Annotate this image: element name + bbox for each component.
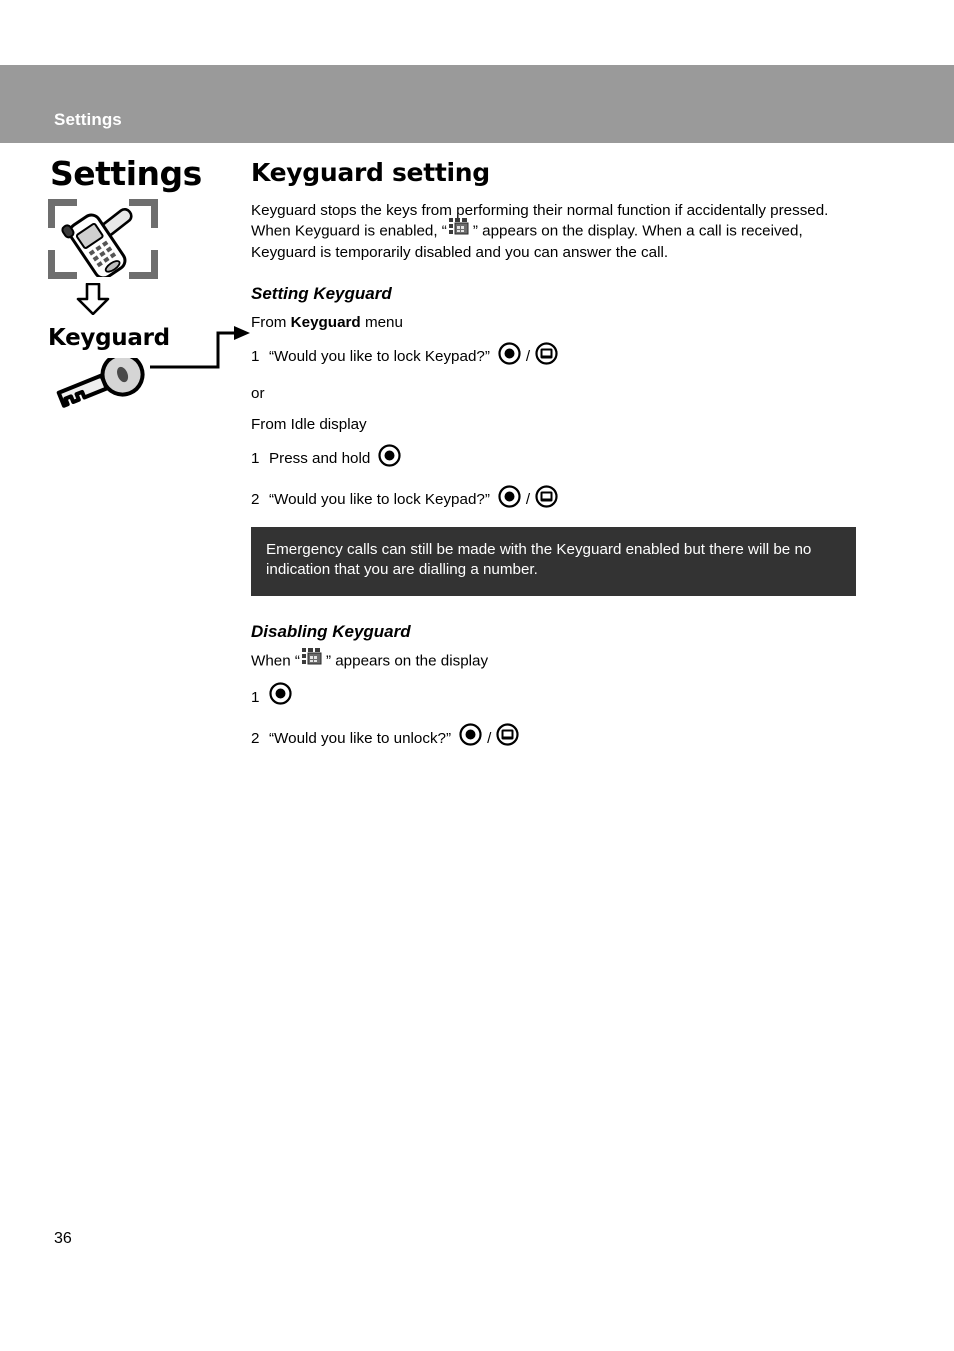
disabling-step-1: 1: [251, 682, 861, 712]
running-header-bar: Settings: [0, 65, 954, 143]
select-key-icon[interactable]: [459, 723, 482, 752]
setting-step-idle-1: 1 Press and hold: [251, 443, 861, 474]
lead-prefix: From: [251, 313, 291, 331]
setting-lead-line-idle: From Idle display: [251, 415, 367, 433]
soft-key-icon[interactable]: [535, 341, 558, 371]
sidebar: Settings Keyguard: [40, 157, 250, 423]
step-number: 1: [251, 450, 260, 468]
step-number: 2: [251, 491, 260, 509]
running-header-title: Settings: [54, 110, 122, 129]
setting-lead-line: From Keyguard menu: [251, 313, 861, 333]
key-icon: [56, 352, 145, 408]
select-key-icon[interactable]: [269, 682, 292, 711]
lead-suffix: ” appears on the display: [325, 652, 489, 670]
connector-arrow: [150, 326, 250, 369]
note-box: Emergency calls can still be made with t…: [251, 526, 856, 596]
or-divider-text: or: [251, 384, 265, 402]
step-number: 1: [251, 688, 260, 706]
step-number: 1: [251, 348, 260, 366]
setting-step-1: 1 “Would you like to lock Keypad?” /: [251, 341, 861, 372]
select-key-icon[interactable]: [498, 341, 521, 371]
page-number: 36: [54, 1230, 72, 1247]
mobile-phone-icon: [61, 207, 133, 277]
page-title: Keyguard setting: [251, 158, 490, 187]
setting-step-idle-2: 2 “Would you like to lock Keypad?” /: [251, 484, 861, 515]
step-separator: /: [525, 491, 531, 509]
disabling-step-2: 2 “Would you like to unlock?” /: [251, 723, 861, 753]
step-separator: /: [487, 729, 492, 747]
keypad-lock-icon: [448, 218, 471, 241]
subsection-title-setting-keyguard: Setting Keyguard: [251, 284, 392, 303]
soft-key-icon[interactable]: [496, 723, 519, 752]
intro-paragraph: Keyguard stops the keys from performing …: [251, 201, 855, 263]
select-key-icon[interactable]: [498, 484, 521, 514]
phone-with-screwdriver-icon: [48, 199, 158, 279]
step-label: “Would you like to unlock?”: [269, 729, 452, 747]
lead-suffix: menu: [360, 313, 403, 331]
step-label: “Would you like to lock Keypad?”: [269, 348, 490, 366]
select-key-icon[interactable]: [378, 443, 401, 473]
step-label: “Would you like to lock Keypad?”: [269, 491, 490, 509]
step-separator: /: [525, 348, 531, 366]
down-arrow-icon: [76, 282, 110, 316]
step-label: Press and hold: [269, 450, 371, 468]
lead-prefix: When “: [251, 652, 300, 670]
lead-bold-keyguard: Keyguard: [290, 313, 361, 331]
subsection-title-disabling-keyguard: Disabling Keyguard: [251, 621, 411, 641]
keypad-lock-icon: [301, 648, 324, 671]
disabling-lead-line: When “ ” appears on the display: [251, 648, 861, 673]
step-number: 2: [251, 729, 260, 747]
sidebar-title: Settings: [50, 154, 202, 193]
main-content: Keyguard setting Keyguard stops the keys…: [251, 159, 861, 765]
soft-key-icon[interactable]: [535, 484, 558, 514]
